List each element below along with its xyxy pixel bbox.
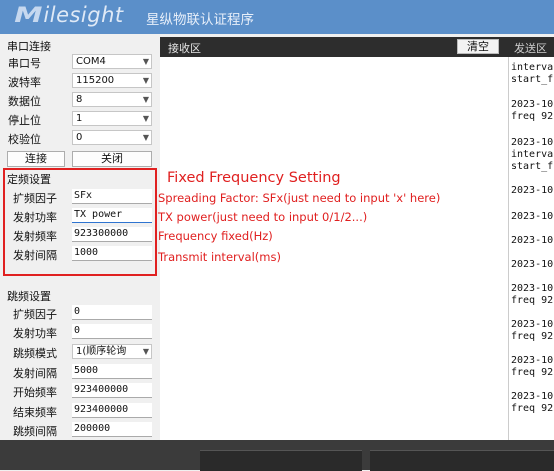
bottom-bar (0, 440, 554, 471)
serial-section-title: 串口连接 (7, 40, 51, 53)
chevron-down-icon: ▼ (142, 95, 149, 104)
port-select[interactable]: COM4 ▼ (72, 54, 152, 69)
log-line: 2023-10 (511, 319, 554, 330)
hop-interval-input[interactable]: 5000 (72, 364, 152, 379)
hop-mode-select[interactable]: 1(顺序轮询 ▼ (72, 344, 152, 359)
hop-start-freq-label: 开始频率 (13, 386, 57, 399)
log-line: 2023-10 (511, 211, 554, 222)
log-line: freq 92 (511, 403, 554, 414)
log-line: freq 92 (511, 331, 554, 342)
chevron-down-icon: ▼ (142, 133, 149, 142)
log-line: 2023-10 (511, 283, 554, 294)
log-line: freq 92 (511, 367, 554, 378)
log-line: interva (511, 62, 554, 73)
databits-label: 数据位 (8, 95, 41, 108)
hopping-section-title: 跳频设置 (7, 290, 51, 303)
hop-txpower-input[interactable]: 0 (72, 324, 152, 339)
close-button[interactable]: 关闭 (72, 151, 152, 167)
hop-start-freq-input[interactable]: 923400000 (72, 383, 152, 398)
hop-step-input[interactable]: 200000 (72, 422, 152, 437)
hop-sf-label: 扩频因子 (13, 308, 57, 321)
receive-area[interactable] (160, 57, 508, 440)
receive-title: 接收区 (168, 42, 201, 55)
log-line: 2023-10 (511, 391, 554, 402)
send-header: 发送区 (508, 37, 554, 57)
connect-button[interactable]: 连接 (7, 151, 65, 167)
baudrate-select[interactable]: 115200 ▼ (72, 73, 152, 88)
log-area[interactable]: interva start_f 2023-10 freq 92 2023-10 inter… (508, 57, 554, 440)
hop-interval-label: 发射间隔 (13, 367, 57, 380)
milesight-logo: Milesight (14, 3, 124, 27)
clear-button[interactable]: 清空 (457, 39, 499, 54)
chevron-down-icon: ▼ (142, 347, 149, 356)
port-label: 串口号 (8, 57, 41, 70)
annotation-title: Fixed Frequency Setting (167, 170, 341, 186)
hop-end-freq-label: 结束频率 (13, 406, 57, 419)
receive-header: 接收区 清空 (160, 37, 508, 57)
log-line: 2023-10 (511, 235, 554, 246)
annotation-sf: Spreading Factor: SFx(just need to input… (158, 191, 441, 205)
app-title: 星纵物联认证程序 (146, 12, 254, 28)
log-line: interva (511, 149, 554, 160)
parity-select[interactable]: 0 ▼ (72, 130, 152, 145)
stopbits-select[interactable]: 1 ▼ (72, 111, 152, 126)
bottom-segment (370, 450, 554, 471)
log-line: freq 92 (511, 295, 554, 306)
log-line: freq 92 (511, 111, 554, 122)
hop-step-label: 跳频间隔 (13, 425, 57, 438)
chevron-down-icon: ▼ (142, 76, 149, 85)
chevron-down-icon: ▼ (142, 114, 149, 123)
annotation-interval: Transmit interval(ms) (158, 250, 281, 264)
bottom-segment (200, 450, 362, 471)
log-line: 2023-10 (511, 185, 554, 196)
app-header: Milesight 星纵物联认证程序 (0, 0, 554, 34)
log-line: 2023-10 (511, 259, 554, 270)
log-line: start_f (511, 161, 554, 172)
chevron-down-icon: ▼ (142, 57, 149, 66)
fixed-settings-highlight-box (3, 168, 157, 276)
annotation-txpower: TX power(just need to input 0/1/2...) (158, 210, 368, 224)
hop-end-freq-input[interactable]: 923400000 (72, 403, 152, 418)
stopbits-label: 停止位 (8, 114, 41, 127)
hop-txpower-label: 发射功率 (13, 327, 57, 340)
databits-select[interactable]: 8 ▼ (72, 92, 152, 107)
baudrate-label: 波特率 (8, 76, 41, 89)
hop-sf-input[interactable]: 0 (72, 305, 152, 320)
log-line: 2023-10 (511, 99, 554, 110)
log-line: 2023-10 (511, 355, 554, 366)
send-title: 发送区 (514, 42, 547, 55)
log-line: 2023-10 (511, 137, 554, 148)
parity-label: 校验位 (8, 133, 41, 146)
hop-mode-label: 跳频模式 (13, 347, 57, 360)
log-line: start_f (511, 74, 554, 85)
annotation-frequency: Frequency fixed(Hz) (158, 229, 273, 243)
